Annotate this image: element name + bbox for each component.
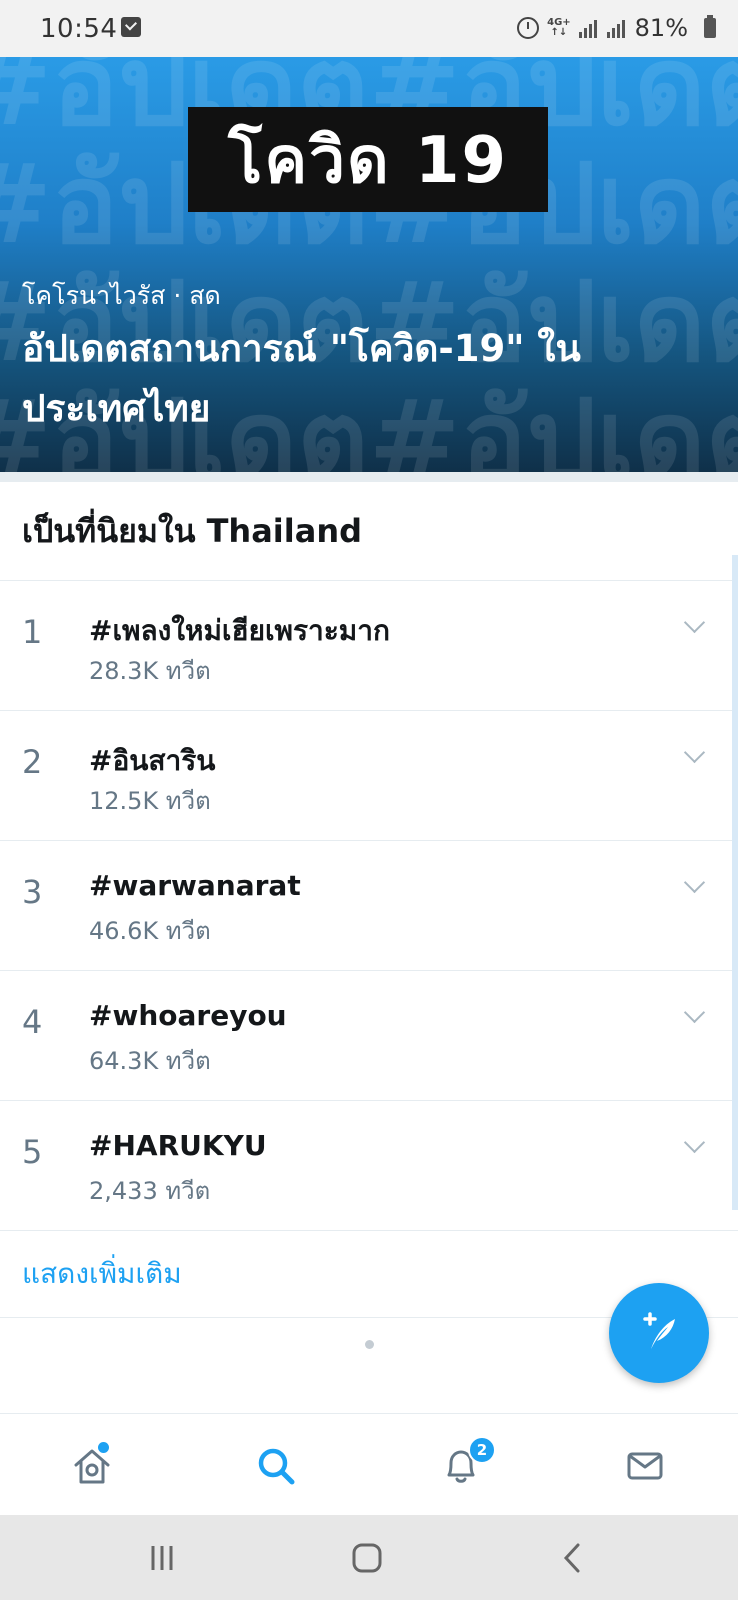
trend-rank: 3: [22, 873, 43, 911]
compose-tweet-button[interactable]: [609, 1283, 709, 1383]
hero-title[interactable]: อัปเดตสถานการณ์ "โควิด-19" ในประเทศไทย: [22, 319, 702, 439]
notification-check-icon: [121, 17, 141, 37]
status-icons: 4G+ ↑↓ 81%: [517, 14, 716, 42]
back-chevron-icon: [563, 1543, 580, 1573]
hero-badge: โควิด 19: [188, 107, 548, 212]
page-indicator-dot: [365, 1340, 374, 1349]
nav-messages[interactable]: [617, 1438, 673, 1494]
notification-badge: 2: [468, 1436, 496, 1464]
home-unread-dot: [98, 1442, 109, 1453]
trend-rank: 1: [22, 613, 43, 651]
search-icon: [258, 1448, 295, 1485]
nav-home[interactable]: [64, 1438, 120, 1494]
home-system-button[interactable]: [342, 1535, 392, 1581]
trend-item[interactable]: 4 #whoareyou 64.3K ทวีต: [0, 971, 738, 1101]
trends-header: เป็นที่นิยมใน Thailand: [0, 472, 738, 581]
hero-meta: โคโรนาไวรัส · สด: [22, 281, 221, 310]
bottom-nav: 2: [0, 1413, 738, 1515]
trend-hashtag[interactable]: #HARUKYU: [89, 1129, 267, 1162]
chevron-down-icon[interactable]: [683, 1001, 706, 1024]
trend-hashtag[interactable]: #อินสาริน: [89, 739, 215, 783]
compose-tweet-icon: [643, 1312, 675, 1349]
trend-rank: 5: [22, 1133, 43, 1171]
signal-icon-2: [606, 18, 627, 38]
system-nav-bar: [0, 1515, 738, 1600]
trend-hashtag[interactable]: #เพลงใหม่เฮียเพราะมาก: [89, 609, 390, 653]
chevron-down-icon[interactable]: [683, 1131, 706, 1154]
trend-hashtag[interactable]: #whoareyou: [89, 999, 287, 1032]
trend-rank: 4: [22, 1003, 43, 1041]
nav-search[interactable]: [248, 1438, 304, 1494]
chevron-down-icon[interactable]: [683, 871, 706, 894]
trend-tweet-count: 2,433 ทวีต: [89, 1177, 211, 1205]
battery-icon: [704, 15, 716, 38]
trend-item[interactable]: 5 #HARUKYU 2,433 ทวีต: [0, 1101, 738, 1231]
network-type: 4G+ ↑↓: [547, 17, 571, 38]
trend-hashtag[interactable]: #warwanarat: [89, 869, 301, 902]
recent-apps-icon: [151, 1546, 173, 1570]
home-square-icon: [352, 1543, 382, 1573]
recent-apps-button[interactable]: [137, 1535, 187, 1581]
trend-item[interactable]: 3 #warwanarat 46.6K ทวีต: [0, 841, 738, 971]
chevron-down-icon[interactable]: [683, 611, 706, 634]
nav-notifications[interactable]: 2: [433, 1436, 496, 1494]
event-hero-card[interactable]: #อัปเดต#อัปเดต #อัปเดต#อัปเดต #อัปเดต#อั…: [0, 57, 738, 472]
back-button[interactable]: [548, 1535, 598, 1581]
status-bar: 10:54 4G+ ↑↓ 81%: [0, 0, 738, 57]
alarm-icon: [517, 17, 540, 39]
chevron-down-icon[interactable]: [683, 741, 706, 764]
trend-tweet-count: 46.6K ทวีต: [89, 917, 211, 945]
status-time: 10:54: [40, 14, 118, 44]
trend-rank: 2: [22, 743, 43, 781]
trends-section: เป็นที่นิยมใน Thailand 1 #เพลงใหม่เฮียเพ…: [0, 472, 738, 1318]
trend-tweet-count: 28.3K ทวีต: [89, 657, 211, 685]
trend-tweet-count: 64.3K ทวีต: [89, 1047, 211, 1075]
trend-item[interactable]: 1 #เพลงใหม่เฮียเพราะมาก 28.3K ทวีต: [0, 581, 738, 711]
trend-item[interactable]: 2 #อินสาริน 12.5K ทวีต: [0, 711, 738, 841]
mail-icon: [627, 1452, 663, 1480]
battery-percent: 81%: [634, 14, 688, 42]
trend-tweet-count: 12.5K ทวีต: [89, 787, 211, 815]
signal-icon: [578, 18, 599, 38]
scrollbar[interactable]: [732, 555, 738, 1210]
